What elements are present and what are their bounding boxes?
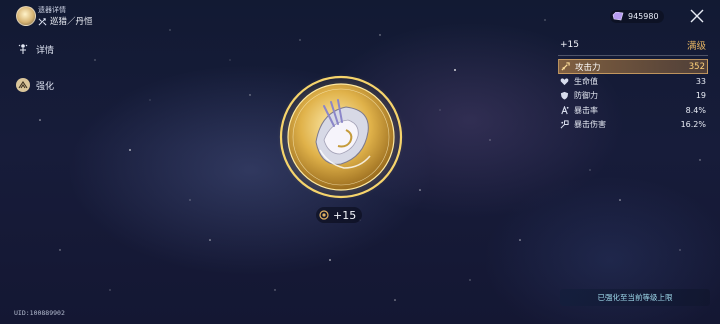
currency-value: 945980: [628, 12, 659, 21]
sub-stat-row: 生命值 33: [558, 74, 708, 89]
currency-display: 945980: [610, 10, 664, 23]
heart-icon: [560, 78, 569, 85]
sub-stat-row: 暴击率 8.4%: [558, 103, 708, 118]
close-icon[interactable]: [688, 7, 706, 25]
nav-item-enhance[interactable]: 强化: [16, 78, 54, 92]
stats-panel: +15 满级 攻击力 352 生命值 33 防御力 19 暴击率 8.4% 暴击…: [558, 38, 708, 132]
upgrade-emblem-icon: [16, 78, 30, 92]
ring-level-icon: [319, 210, 329, 220]
header-subtitle-text: 巡猎／丹恒: [50, 17, 93, 27]
relic-level-badge: +15: [316, 207, 363, 223]
sub-stat-value: 33: [695, 76, 706, 86]
nav-item-label: 详情: [36, 45, 55, 56]
sub-stat-row: 防御力 19: [558, 89, 708, 104]
sub-stat-name: 暴击率: [574, 105, 598, 115]
max-enhance-notice: 已强化至当前等级上限: [560, 289, 710, 306]
max-level-label: 满级: [686, 41, 706, 52]
header-subtitle: 巡猎／丹恒: [38, 15, 93, 27]
main-stat-name: 攻击力: [575, 62, 601, 73]
sword-icon: [561, 62, 570, 71]
nav-item-details[interactable]: 详情: [16, 42, 54, 56]
sub-stat-name: 防御力: [574, 91, 598, 101]
stats-header: +15 满级: [558, 38, 708, 56]
uid-label: UID:100889902: [14, 309, 65, 317]
sub-stat-row: 暴击伤害 16.2%: [558, 118, 708, 133]
crit-damage-icon: [560, 120, 569, 129]
relic-image: [277, 73, 405, 201]
sub-stat-name: 生命值: [574, 76, 598, 86]
main-stat-value: 352: [688, 61, 705, 72]
sub-stat-value: 8.4%: [685, 105, 706, 115]
relic-level-text: +15: [333, 208, 357, 222]
crit-rate-icon: [561, 105, 569, 115]
arrows-path-icon: [38, 17, 47, 25]
sub-stat-value: 16.2%: [680, 120, 706, 130]
sub-stat-name: 暴击伤害: [574, 120, 606, 130]
sparkle-figure-icon: [16, 42, 30, 56]
relic-enhance-screen: 遗器详情 巡猎／丹恒 详情 强化 945980 +15 +15 满级 攻击力 3…: [0, 0, 720, 324]
nav-item-label: 强化: [36, 81, 55, 92]
header-title: 遗器详情: [38, 6, 66, 14]
character-avatar-icon[interactable]: [16, 6, 36, 26]
shield-icon: [560, 92, 569, 100]
main-stat-row: 攻击力 352: [558, 59, 708, 74]
sub-stat-value: 19: [695, 91, 706, 101]
stats-level: +15: [560, 40, 579, 50]
purple-gem-icon: [612, 12, 624, 21]
